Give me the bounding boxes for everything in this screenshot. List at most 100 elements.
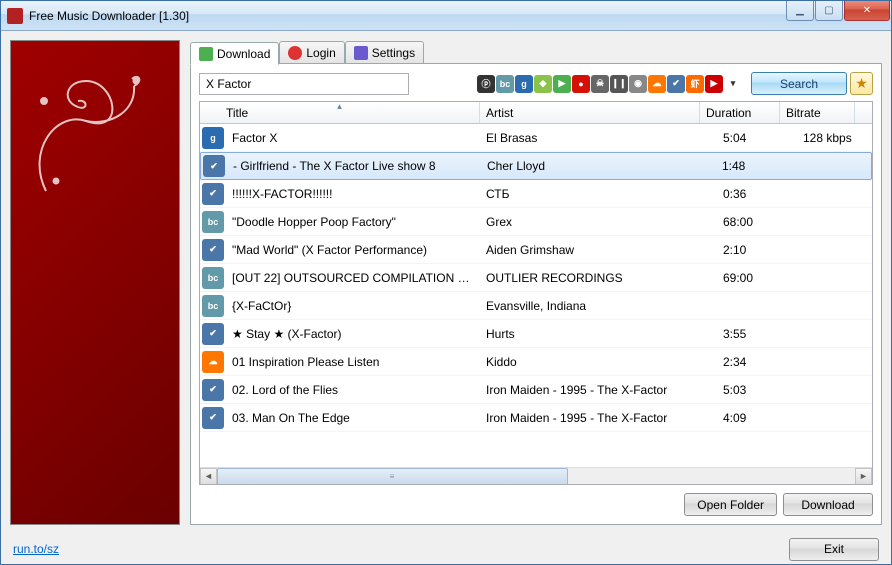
scroll-left-arrow[interactable]: ◄ [200,468,217,485]
row-title: [OUT 22] OUTSOURCED COMPILATION VOL.3 [226,271,480,285]
titlebar[interactable]: Free Music Downloader [1.30] ▁ ▢ ✕ [1,1,891,31]
row-duration: 3:55 [717,327,797,341]
source-vk-icon[interactable]: ✔ [667,75,685,93]
footer: run.to/sz Exit [1,534,891,564]
column-bitrate[interactable]: Bitrate [780,102,855,123]
row-duration: 4:09 [717,411,797,425]
table-header: Title Artist Duration Bitrate [200,102,872,124]
tab-settings-label: Settings [372,46,415,60]
login-icon [288,46,302,60]
search-row: ⓟbcg◆▶●☠❙❙◉☁✔虾▶▾ Search ★ [199,72,873,95]
row-artist: Evansville, Indiana [480,299,717,313]
source-youtube-icon[interactable]: ▶ [705,75,723,93]
table-row[interactable]: bc[OUT 22] OUTSOURCED COMPILATION VOL.3O… [200,264,872,292]
table-row[interactable]: gFactor XEl Brasas5:04128 kbps [200,124,872,152]
column-title[interactable]: Title [200,102,480,123]
tab-login[interactable]: Login [279,41,344,64]
source-bandcamp-icon[interactable]: bc [496,75,514,93]
table-row[interactable]: bc{X-FaCtOr}Evansville, Indiana [200,292,872,320]
row-title: {X-FaCtOr} [226,299,480,313]
source-xiami-icon[interactable]: 虾 [686,75,704,93]
table-row[interactable]: bc"Doodle Hopper Poop Factory"Grex68:00 [200,208,872,236]
favorite-button[interactable]: ★ [850,72,873,95]
row-source-icon: ✔ [200,183,226,205]
row-duration: 5:03 [717,383,797,397]
row-title: !!!!!!X-FACTOR!!!!!! [226,187,480,201]
row-title: 01 Inspiration Please Listen [226,355,480,369]
open-folder-button[interactable]: Open Folder [684,493,777,516]
column-scroll-spacer [855,102,872,123]
settings-icon [354,46,368,60]
client-area: Download Login Settings ⓟbcg◆▶●☠❙❙◉☁✔虾▶▾… [1,31,891,534]
search-input[interactable] [199,73,409,95]
row-source-icon: ✔ [200,239,226,261]
app-icon [7,8,23,24]
scroll-right-arrow[interactable]: ► [855,468,872,485]
row-source-icon: ✔ [200,379,226,401]
column-duration[interactable]: Duration [700,102,780,123]
row-artist: Hurts [480,327,717,341]
row-duration: 2:10 [717,243,797,257]
tab-login-label: Login [306,46,335,60]
source-grooveshark-icon[interactable]: g [515,75,533,93]
column-artist[interactable]: Artist [480,102,700,123]
row-artist: Iron Maiden - 1995 - The X-Factor [480,383,717,397]
row-source-icon: g [200,127,226,149]
window-controls: ▁ ▢ ✕ [785,1,890,21]
row-source-icon: ✔ [201,155,227,177]
row-artist: Grex [480,215,717,229]
tab-settings[interactable]: Settings [345,41,424,64]
table-body[interactable]: gFactor XEl Brasas5:04128 kbps✔- Girlfri… [200,124,872,467]
tab-download[interactable]: Download [190,42,279,65]
row-title: ★ Stay ★ (X-Factor) [226,327,480,341]
row-title: - Girlfriend - The X Factor Live show 8 [227,159,481,173]
table-row[interactable]: ✔★ Stay ★ (X-Factor)Hurts3:55 [200,320,872,348]
table-row[interactable]: ✔02. Lord of the FliesIron Maiden - 1995… [200,376,872,404]
action-bar: Open Folder Download [199,493,873,516]
tab-download-label: Download [217,47,270,61]
scroll-track[interactable]: ≡ [217,468,855,485]
row-title: "Mad World" (X Factor Performance) [226,243,480,257]
source-imesh-icon[interactable]: ◆ [534,75,552,93]
source-dropdown-icon[interactable]: ▾ [724,75,742,93]
row-duration: 2:34 [717,355,797,369]
row-artist: Aiden Grimshaw [480,243,717,257]
app-window: Free Music Downloader [1.30] ▁ ▢ ✕ [0,0,892,565]
close-button[interactable]: ✕ [844,1,890,21]
minimize-button[interactable]: ▁ [786,1,814,21]
sidebar-banner [10,40,180,525]
source-lastfm-icon[interactable]: ● [572,75,590,93]
row-artist: El Brasas [480,131,717,145]
source-audio-icon[interactable]: ◉ [629,75,647,93]
scroll-thumb[interactable]: ≡ [217,468,568,485]
row-duration: 5:04 [717,131,797,145]
row-duration: 69:00 [717,271,797,285]
download-icon [199,47,213,61]
row-artist: OUTLIER RECORDINGS [480,271,717,285]
source-prostopleer-icon[interactable]: ⓟ [477,75,495,93]
source-mp3skull-icon[interactable]: ☠ [591,75,609,93]
horizontal-scrollbar[interactable]: ◄ ≡ ► [200,467,872,484]
table-row[interactable]: ☁01 Inspiration Please ListenKiddo2:34 [200,348,872,376]
source-soundcloud-alt-icon[interactable]: ❙❙ [610,75,628,93]
table-row[interactable]: ✔!!!!!!X-FACTOR!!!!!!СТБ0:36 [200,180,872,208]
row-source-icon: ✔ [200,407,226,429]
row-duration: 1:48 [716,159,796,173]
maximize-button[interactable]: ▢ [815,1,843,21]
row-duration: 68:00 [717,215,797,229]
search-button[interactable]: Search [751,72,847,95]
table-row[interactable]: ✔03. Man On The EdgeIron Maiden - 1995 -… [200,404,872,432]
row-artist: Kiddo [480,355,717,369]
exit-button[interactable]: Exit [789,538,879,561]
footer-link[interactable]: run.to/sz [13,542,59,556]
row-bitrate: 128 kbps [797,131,872,145]
row-title: 02. Lord of the Flies [226,383,480,397]
table-row[interactable]: ✔- Girlfriend - The X Factor Live show 8… [200,152,872,180]
row-artist: Cher Lloyd [481,159,716,173]
row-artist: СТБ [480,187,717,201]
source-soundcloud-icon[interactable]: ☁ [648,75,666,93]
source-youtube-green-icon[interactable]: ▶ [553,75,571,93]
download-button[interactable]: Download [783,493,873,516]
table-row[interactable]: ✔"Mad World" (X Factor Performance)Aiden… [200,236,872,264]
row-title: Factor X [226,131,480,145]
